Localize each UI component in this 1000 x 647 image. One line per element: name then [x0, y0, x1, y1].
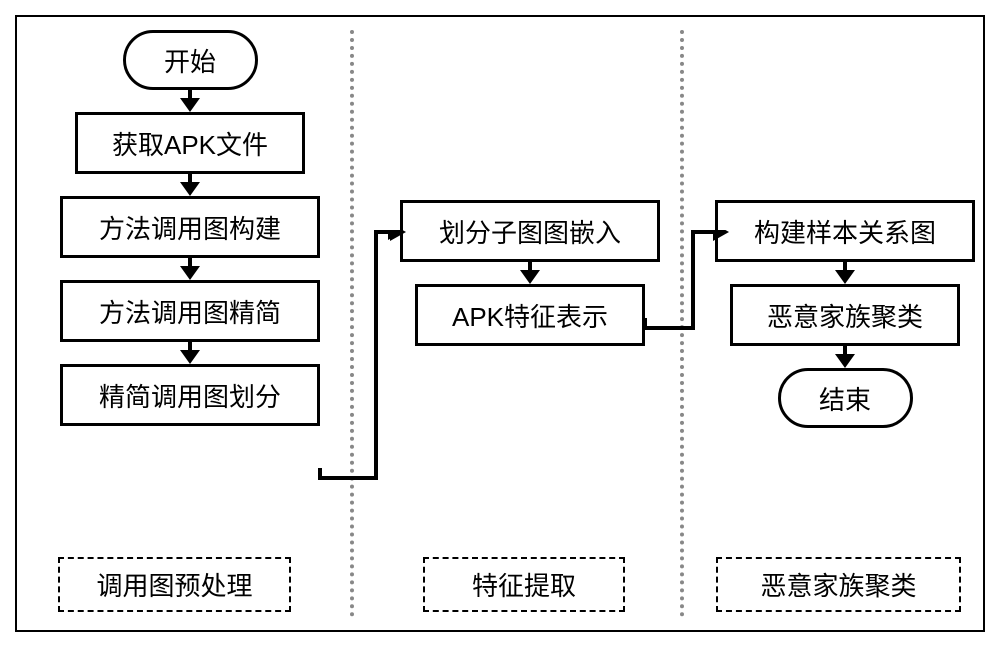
start-label: 开始: [164, 42, 216, 79]
step-get-apk: 获取APK文件: [75, 112, 305, 174]
column-feature-extraction: 划分子图图嵌入 APK特征表示: [400, 200, 660, 346]
column-preprocessing: 开始 获取APK文件 方法调用图构建 方法调用图精简 精简调用图划分: [60, 30, 320, 426]
arrow-down-icon: [835, 354, 855, 368]
arrow-down-icon: [180, 98, 200, 112]
step-malware-clustering: 恶意家族聚类: [730, 284, 960, 346]
end-label: 结束: [819, 380, 871, 417]
section-text: 特征提取: [472, 566, 576, 603]
step-label: APK特征表示: [452, 297, 608, 334]
step-label: 恶意家族聚类: [767, 297, 923, 334]
step-subgraph-embedding: 划分子图图嵌入: [400, 200, 660, 262]
start-terminator: 开始: [123, 30, 258, 90]
step-label: 方法调用图构建: [99, 209, 281, 246]
step-build-sample-graph: 构建样本关系图: [715, 200, 975, 262]
step-simplify-callgraph: 方法调用图精简: [60, 280, 320, 342]
section-text: 恶意家族聚类: [760, 566, 916, 603]
section-divider-2: [680, 30, 684, 617]
arrow-down-icon: [180, 266, 200, 280]
column-clustering: 构建样本关系图 恶意家族聚类 结束: [720, 200, 970, 428]
section-divider-1: [350, 30, 354, 617]
step-label: 构建样本关系图: [754, 213, 936, 250]
end-terminator: 结束: [778, 368, 913, 428]
arrow-down-icon: [520, 270, 540, 284]
arrow-down-icon: [180, 182, 200, 196]
step-label: 方法调用图精简: [99, 293, 281, 330]
arrow-down-icon: [180, 350, 200, 364]
step-build-callgraph: 方法调用图构建: [60, 196, 320, 258]
step-label: 精简调用图划分: [99, 377, 281, 414]
step-partition-callgraph: 精简调用图划分: [60, 364, 320, 426]
step-label: 获取APK文件: [112, 125, 268, 162]
step-apk-feature: APK特征表示: [415, 284, 645, 346]
section-label-clustering: 恶意家族聚类: [716, 557, 961, 612]
step-label: 划分子图图嵌入: [439, 213, 621, 250]
section-label-feature: 特征提取: [423, 557, 625, 612]
arrow-down-icon: [835, 270, 855, 284]
section-text: 调用图预处理: [96, 566, 252, 603]
section-label-preprocessing: 调用图预处理: [58, 557, 291, 612]
